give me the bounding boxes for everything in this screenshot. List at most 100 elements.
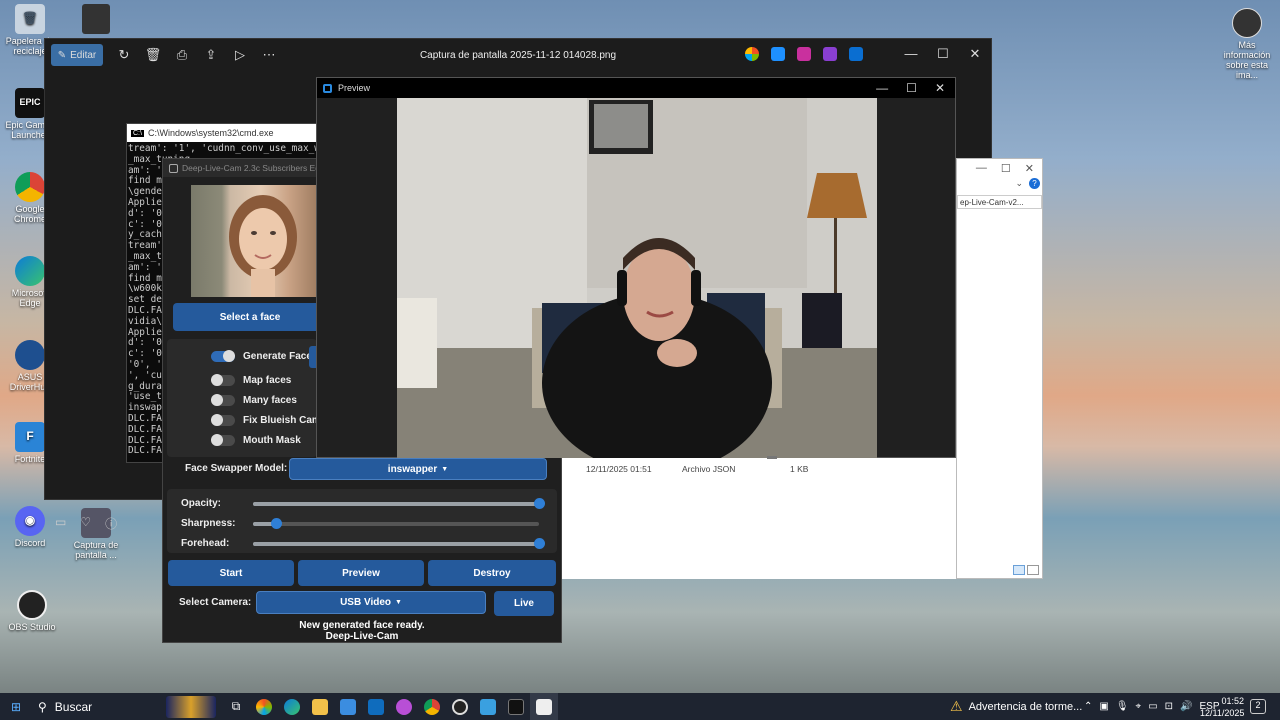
desktop-icon-info[interactable]: Más información sobre esta ima... [1216, 8, 1278, 81]
explorer-window: — ☐ ✕ ⌄ ? ep-Live-Cam-v2... [956, 158, 1043, 579]
recycle-bin-icon: 🗑 [15, 4, 45, 34]
search-highlight-icon[interactable] [166, 695, 216, 718]
microphone-icon[interactable]: 🎙 [1116, 701, 1129, 712]
designer-icon[interactable] [797, 47, 811, 61]
discord-icon: ◉ [15, 506, 45, 536]
rotate-icon[interactable]: ↻ [111, 44, 137, 66]
epic-games-icon: EPIC [15, 88, 45, 118]
clipchamp-icon[interactable] [823, 47, 837, 61]
toggle-switch[interactable] [211, 434, 235, 446]
copilot-icon[interactable] [745, 47, 759, 61]
camera-preview-image [397, 98, 877, 458]
store-icon[interactable] [334, 693, 362, 720]
volume-icon[interactable]: 🔊 [1180, 701, 1192, 712]
notification-badge[interactable]: 2 [1250, 699, 1266, 714]
location-icon[interactable]: ⌖ [1136, 701, 1142, 712]
delete-icon[interactable]: 🗑 [140, 44, 166, 66]
more-icon[interactable]: ⋯ [256, 44, 282, 66]
toggle-mouth-mask[interactable]: Mouth Mask [211, 434, 301, 446]
fortnite-icon: F [15, 422, 45, 452]
close-icon[interactable]: ✕ [935, 81, 945, 95]
slideshow-icon[interactable]: ▷ [227, 44, 253, 66]
opacity-slider[interactable] [253, 498, 545, 509]
copilot-icon[interactable] [250, 693, 278, 720]
desktop-icon-obs[interactable]: OBS Studio [2, 590, 62, 633]
onedrive-icon[interactable] [849, 47, 863, 61]
details-view-icon[interactable] [1013, 565, 1025, 575]
toggle-fix-blueish-cam[interactable]: Fix Blueish Cam [211, 414, 321, 426]
obs-icon[interactable] [446, 693, 474, 720]
photos-window-controls: — ☐ ✕ [895, 46, 991, 62]
maximize-icon[interactable]: ☐ [927, 46, 959, 62]
toggle-many-faces[interactable]: Many faces [211, 394, 297, 406]
toggle-map-faces[interactable]: Map faces [211, 374, 291, 386]
preview-button[interactable]: Preview [298, 560, 424, 586]
close-icon[interactable]: ✕ [1025, 162, 1034, 175]
task-view-icon[interactable]: ⧉ [222, 693, 250, 720]
explorer-file-list: 12/11/2025 01:51 Archivo JSON 1 KB [562, 458, 956, 579]
favorite-icon[interactable]: ♡ [80, 515, 91, 532]
terminal-icon[interactable] [502, 693, 530, 720]
photos-icon[interactable] [474, 693, 502, 720]
minimize-icon[interactable]: — [895, 46, 927, 62]
address-bar[interactable]: ep-Live-Cam-v2... [957, 195, 1042, 209]
warning-icon: ⚠ [950, 698, 963, 714]
info-icon[interactable]: ⓘ [105, 515, 117, 532]
chevron-down-icon[interactable]: ⌄ [1015, 178, 1023, 189]
user-folder-icon[interactable] [82, 4, 110, 34]
toggle-switch[interactable] [211, 350, 235, 362]
camera-icon[interactable]: ▣ [1099, 701, 1108, 712]
live-button[interactable]: Live [494, 591, 554, 616]
outlook-icon[interactable] [362, 693, 390, 720]
maximize-icon[interactable]: ☐ [906, 81, 917, 95]
slider-handle[interactable] [534, 498, 545, 509]
maximize-icon[interactable]: ☐ [1001, 162, 1011, 175]
deep-live-cam-taskbar-icon[interactable] [530, 693, 558, 720]
chevron-up-icon[interactable]: ⌃ [1084, 701, 1092, 712]
messenger-icon[interactable] [390, 693, 418, 720]
help-icon[interactable]: ? [1029, 178, 1040, 189]
model-dropdown[interactable]: inswapper ▼ [289, 458, 547, 480]
network-icon[interactable]: ⊡ [1165, 701, 1173, 712]
desktop-icon-discord[interactable]: ◉ Discord [0, 506, 60, 549]
start-icon[interactable]: ⊞ [2, 693, 30, 720]
sharpness-slider[interactable] [253, 518, 539, 529]
forehead-label: Forehead: [181, 538, 230, 549]
chrome-icon[interactable] [418, 693, 446, 720]
file-explorer-icon[interactable] [306, 693, 334, 720]
dropdown-arrow-icon: ▼ [395, 599, 402, 606]
cmd-titlebar[interactable]: C:\ C:\Windows\system32\cmd.exe [127, 124, 317, 142]
paint-icon[interactable] [771, 47, 785, 61]
camera-dropdown[interactable]: USB Video ▼ [256, 591, 486, 614]
minimize-icon[interactable]: — [876, 81, 888, 95]
slider-handle[interactable] [534, 538, 545, 549]
model-label: Face Swapper Model: [185, 463, 288, 474]
close-icon[interactable]: ✕ [959, 46, 991, 62]
print-icon[interactable]: ⎙ [169, 44, 195, 66]
view-toggle [1013, 565, 1039, 575]
battery-icon[interactable]: ▭ [1148, 701, 1157, 712]
film-strip-icon[interactable]: ▭ [55, 515, 66, 532]
select-face-button[interactable]: Select a face [173, 303, 327, 331]
app-icon [169, 163, 178, 173]
toggle-switch[interactable] [211, 414, 235, 426]
file-row[interactable]: 12/11/2025 01:51 Archivo JSON 1 KB [562, 464, 956, 474]
preview-titlebar[interactable]: Preview — ☐ ✕ [317, 78, 955, 98]
obs-icon [17, 590, 47, 620]
tiles-view-icon[interactable] [1027, 565, 1039, 575]
weather-widget[interactable]: ⚠ Advertencia de torme... [950, 693, 1082, 720]
edit-button[interactable]: ✎ Editar [51, 44, 103, 66]
toggle-switch[interactable] [211, 394, 235, 406]
slider-handle[interactable] [270, 518, 282, 529]
minimize-icon[interactable]: — [976, 162, 987, 175]
taskbar-search[interactable]: ⚲ Buscar [30, 693, 166, 720]
app-icon [323, 83, 332, 93]
edge-icon[interactable] [278, 693, 306, 720]
share-icon[interactable]: ⇪ [198, 44, 224, 66]
destroy-button[interactable]: Destroy [428, 560, 556, 586]
toggle-switch[interactable] [211, 374, 235, 386]
forehead-slider[interactable] [253, 538, 545, 549]
start-button[interactable]: Start [168, 560, 294, 586]
clock[interactable]: 01:52 12/11/2025 [1200, 695, 1244, 719]
toggle-generate-face[interactable]: Generate Face [211, 350, 312, 362]
